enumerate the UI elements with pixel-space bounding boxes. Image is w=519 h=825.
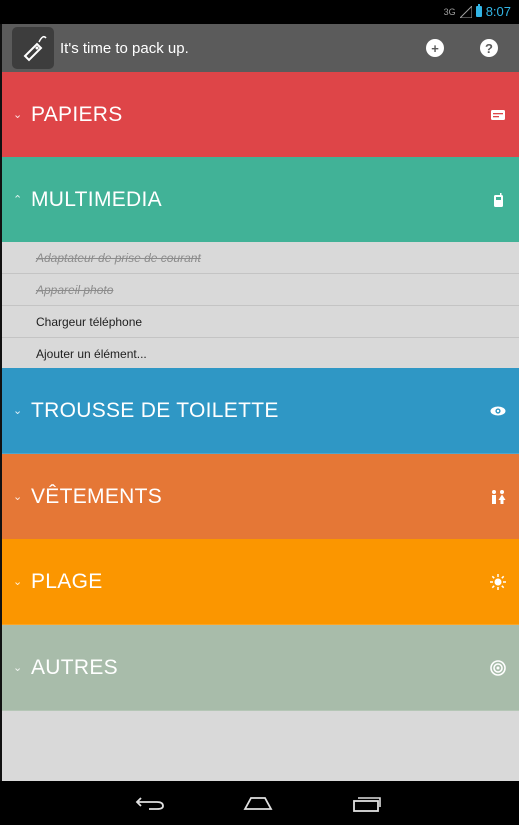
app-title: It's time to pack up. xyxy=(60,39,189,57)
category-title: PAPIERS xyxy=(31,102,123,126)
chevron-up-icon: ⌃ xyxy=(13,194,23,206)
chevron-down-icon: ⌄ xyxy=(13,491,23,503)
multimedia-item-list: Adaptateur de prise de courant Appareil … xyxy=(2,242,519,370)
category-title: TROUSSE DE TOILETTE xyxy=(31,398,279,422)
wallet-icon xyxy=(490,107,506,123)
category-title: PLAGE xyxy=(31,569,103,593)
navigation-bar xyxy=(0,781,519,825)
category-plage[interactable]: ⌄ PLAGE xyxy=(2,539,519,625)
chevron-down-icon: ⌄ xyxy=(13,405,23,417)
back-icon[interactable] xyxy=(133,791,167,815)
eye-icon xyxy=(490,403,506,419)
people-icon xyxy=(490,489,506,505)
sun-icon xyxy=(490,573,506,590)
chevron-down-icon: ⌄ xyxy=(13,576,23,588)
recent-apps-icon[interactable] xyxy=(350,791,384,815)
luggage-tag-icon[interactable] xyxy=(12,27,54,69)
status-indicators: 3G 8:07 xyxy=(444,4,511,19)
home-icon[interactable] xyxy=(241,791,275,815)
category-papiers[interactable]: ⌄ PAPIERS xyxy=(2,72,519,158)
category-trousse-de-toilette[interactable]: ⌄ TROUSSE DE TOILETTE xyxy=(2,368,519,454)
add-item-button[interactable]: Ajouter un élément... xyxy=(2,338,519,370)
target-icon xyxy=(490,659,506,676)
clock: 8:07 xyxy=(485,4,511,19)
battery-icon xyxy=(475,4,482,17)
list-item[interactable]: Chargeur téléphone xyxy=(2,306,519,338)
phone-icon xyxy=(490,192,506,208)
action-bar: It's time to pack up. + ? xyxy=(2,24,519,72)
help-circle-icon[interactable]: ? xyxy=(480,39,498,57)
category-title: VÊTEMENTS xyxy=(31,484,163,508)
network-type: 3G xyxy=(443,6,456,17)
category-title: MULTIMEDIA xyxy=(31,187,162,211)
status-bar: 3G 8:07 xyxy=(0,0,519,24)
category-title: AUTRES xyxy=(31,655,118,679)
list-item[interactable]: Appareil photo xyxy=(2,274,519,306)
category-multimedia[interactable]: ⌃ MULTIMEDIA xyxy=(2,157,519,243)
chevron-down-icon: ⌄ xyxy=(13,109,23,121)
signal-icon xyxy=(459,5,472,18)
category-vetements[interactable]: ⌄ VÊTEMENTS xyxy=(2,454,519,540)
category-autres[interactable]: ⌄ AUTRES xyxy=(2,625,519,711)
list-item[interactable]: Adaptateur de prise de courant xyxy=(2,242,519,274)
add-circle-icon[interactable]: + xyxy=(426,39,444,57)
app-window: It's time to pack up. + ? ⌄ PAPIERS ⌃ MU… xyxy=(0,24,519,781)
chevron-down-icon: ⌄ xyxy=(13,662,23,674)
